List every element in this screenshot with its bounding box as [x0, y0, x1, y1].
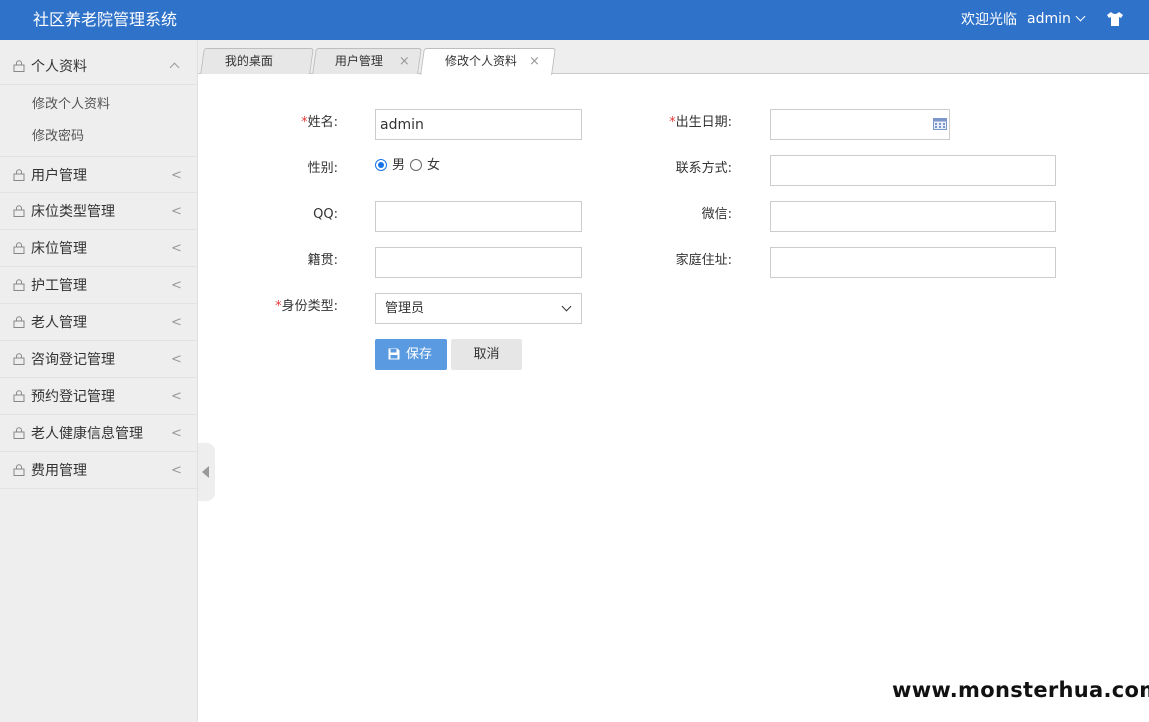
sidebar-collapse-handle[interactable] [198, 443, 215, 501]
tab-my-desktop[interactable]: 我的桌面 [200, 48, 314, 74]
chevron-left-icon: < [171, 389, 182, 404]
bag-icon [13, 60, 25, 72]
wechat-label: 微信: [701, 207, 732, 222]
username: admin [1027, 11, 1071, 27]
sidebar-item-appointment-management[interactable]: 预约登记管理 < [0, 378, 197, 415]
chevron-left-icon: < [171, 278, 182, 293]
sidebar-item-label: 费用管理 [31, 463, 87, 479]
name-input[interactable] [375, 109, 582, 140]
name-label: *姓名: [301, 115, 338, 130]
sidebar-item-profile[interactable]: 个人资料 [0, 48, 197, 85]
close-icon[interactable]: × [399, 49, 410, 74]
sidebar-item-label: 床位管理 [31, 241, 87, 257]
qq-label: QQ: [313, 207, 338, 222]
save-button[interactable]: 保存 [375, 339, 447, 370]
bag-icon [13, 390, 25, 402]
chevron-left-icon: < [171, 463, 182, 478]
sidebar-subitem-change-password[interactable]: 修改密码 [32, 128, 84, 146]
tab-user-management[interactable]: 用户管理 × [312, 48, 422, 74]
welcome-text: 欢迎光临 [961, 12, 1017, 28]
qq-input[interactable] [375, 201, 582, 232]
sidebar-item-label: 预约登记管理 [31, 389, 115, 405]
native-place-input[interactable] [375, 247, 582, 278]
sidebar-item-label: 老人管理 [31, 315, 87, 331]
sidebar-item-label: 老人健康信息管理 [31, 426, 143, 442]
bag-icon [13, 279, 25, 291]
shirt-icon[interactable] [1106, 11, 1124, 27]
gender-female-radio[interactable] [410, 159, 422, 171]
top-header: 社区养老院管理系统 欢迎光临 admin [0, 0, 1149, 40]
role-select[interactable]: 管理员 [375, 293, 582, 324]
role-label: *身份类型: [275, 299, 338, 314]
sidebar-item-fee-management[interactable]: 费用管理 < [0, 452, 197, 489]
sidebar-item-consultation-management[interactable]: 咨询登记管理 < [0, 341, 197, 378]
sidebar-item-health-info-management[interactable]: 老人健康信息管理 < [0, 415, 197, 452]
watermark: www.monsterhua.com [892, 678, 1149, 702]
bag-icon [13, 464, 25, 476]
sidebar: 个人资料 修改个人资料 修改密码 用户管理 < 床位类型管理 < 床位管理 < … [0, 40, 198, 722]
sidebar-item-label: 用户管理 [31, 168, 87, 184]
wechat-input[interactable] [770, 201, 1056, 232]
birth-date-label: *出生日期: [669, 115, 732, 130]
chevron-down-icon [1075, 11, 1086, 22]
birth-date-input[interactable] [770, 109, 950, 140]
sidebar-item-user-management[interactable]: 用户管理 < [0, 156, 197, 193]
sidebar-item-label: 个人资料 [31, 59, 87, 75]
sidebar-item-caregiver-management[interactable]: 护工管理 < [0, 267, 197, 304]
chevron-left-icon: < [171, 204, 182, 219]
sidebar-subitem-edit-profile[interactable]: 修改个人资料 [32, 96, 110, 114]
floppy-disk-icon [388, 348, 400, 360]
bag-icon [13, 205, 25, 217]
address-label: 家庭住址: [675, 253, 732, 268]
gender-female-label: 女 [427, 158, 441, 173]
app-title: 社区养老院管理系统 [33, 10, 178, 29]
bag-icon [13, 242, 25, 254]
contact-input[interactable] [770, 155, 1056, 186]
chevron-left-icon: < [171, 168, 182, 183]
chevron-left-icon: < [171, 352, 182, 367]
close-icon[interactable]: × [529, 49, 540, 74]
bag-icon [13, 316, 25, 328]
role-select-value: 管理员 [385, 301, 425, 316]
gender-male-label: 男 [392, 158, 406, 173]
cancel-button-label: 取消 [473, 347, 500, 362]
collapse-left-icon [202, 466, 209, 478]
sidebar-item-label: 床位类型管理 [31, 204, 115, 220]
chevron-left-icon: < [171, 241, 182, 256]
gender-male-radio[interactable] [375, 159, 387, 171]
tab-bar: 我的桌面 用户管理 × 修改个人资料 × [198, 40, 1149, 75]
sidebar-item-bed-type-management[interactable]: 床位类型管理 < [0, 193, 197, 230]
contact-label: 联系方式: [675, 161, 732, 176]
bag-icon [13, 169, 25, 181]
bag-icon [13, 427, 25, 439]
sidebar-item-label: 咨询登记管理 [31, 352, 115, 368]
native-place-label: 籍贯: [307, 253, 338, 268]
chevron-left-icon: < [171, 315, 182, 330]
chevron-left-icon: < [171, 426, 182, 441]
sidebar-item-label: 护工管理 [31, 278, 87, 294]
save-button-label: 保存 [406, 347, 433, 362]
gender-label: 性别: [307, 161, 338, 176]
address-input[interactable] [770, 247, 1056, 278]
chevron-up-icon [169, 62, 180, 73]
sidebar-item-elder-management[interactable]: 老人管理 < [0, 304, 197, 341]
bag-icon [13, 353, 25, 365]
cancel-button[interactable]: 取消 [451, 339, 522, 370]
user-menu[interactable]: admin [1027, 10, 1086, 28]
tab-label: 修改个人资料 [445, 54, 518, 68]
sidebar-item-bed-management[interactable]: 床位管理 < [0, 230, 197, 267]
tab-edit-profile[interactable]: 修改个人资料 × [420, 48, 556, 75]
calendar-icon[interactable] [933, 118, 947, 130]
chevron-down-icon [561, 301, 572, 312]
